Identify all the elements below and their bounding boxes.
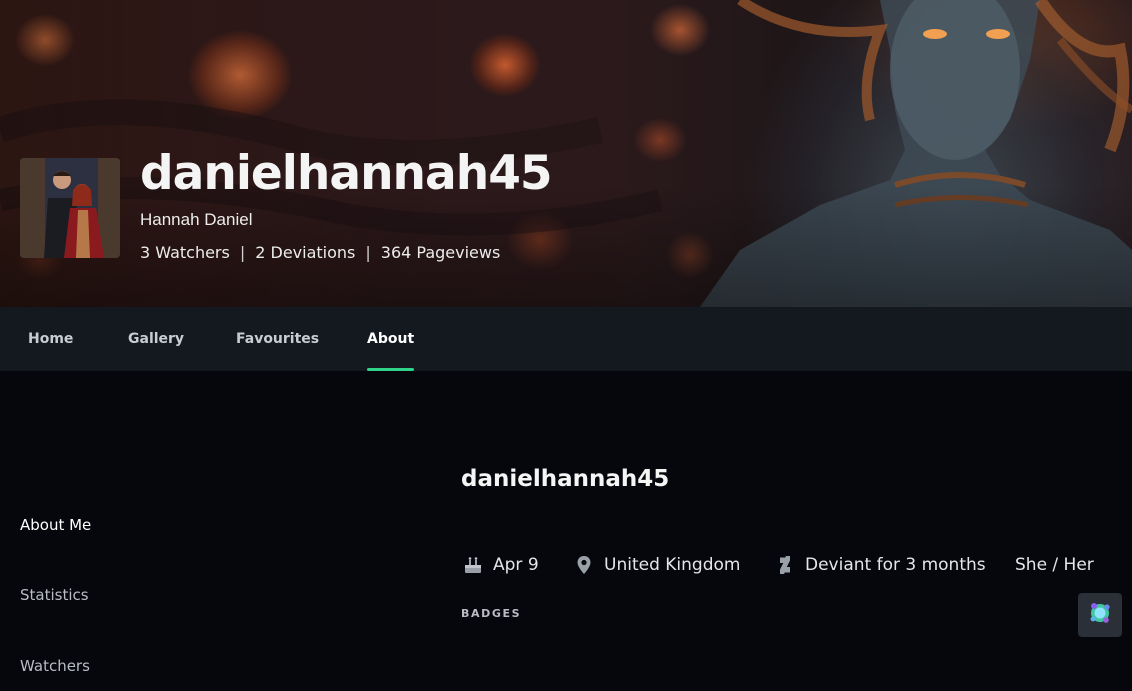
sidebar-item-statistics[interactable]: Statistics bbox=[20, 586, 89, 604]
profile-nav: Home Gallery Favourites About bbox=[0, 307, 1132, 371]
profile-real-name: Hannah Daniel bbox=[140, 210, 253, 229]
sidebar-item-watchers[interactable]: Watchers bbox=[20, 657, 90, 675]
pronouns-info: She / Her bbox=[1015, 553, 1094, 577]
location-info: United Kingdom bbox=[574, 553, 740, 577]
location-text: United Kingdom bbox=[604, 555, 741, 575]
deviant-since-text: Deviant for 3 months bbox=[805, 555, 986, 575]
profile-stats: 3 Watchers | 2 Deviations | 364 Pageviews bbox=[140, 243, 500, 262]
tab-favourites[interactable]: Favourites bbox=[236, 307, 319, 371]
avatar[interactable] bbox=[20, 158, 120, 258]
deviant-since-info: Deviant for 3 months bbox=[775, 553, 986, 577]
tab-home[interactable]: Home bbox=[28, 307, 73, 371]
tab-gallery[interactable]: Gallery bbox=[128, 307, 184, 371]
sidebar-item-about-me[interactable]: About Me bbox=[20, 516, 91, 534]
stats-separator: | bbox=[239, 243, 246, 262]
cake-icon bbox=[463, 555, 483, 575]
about-username-heading: danielhannah45 bbox=[461, 466, 670, 492]
pronouns-text: She / Her bbox=[1015, 555, 1094, 575]
deviations-count[interactable]: 2 Deviations bbox=[255, 243, 355, 262]
profile-username: danielhannah45 bbox=[140, 146, 553, 201]
location-pin-icon bbox=[574, 555, 594, 575]
badges-heading: BADGES bbox=[461, 607, 522, 620]
pageviews-count: 364 Pageviews bbox=[380, 243, 501, 262]
birthday-text: Apr 9 bbox=[493, 555, 539, 575]
birthday-info: Apr 9 bbox=[463, 553, 539, 577]
floating-badge-button[interactable] bbox=[1078, 593, 1122, 637]
tab-about[interactable]: About bbox=[367, 307, 415, 371]
stats-separator: | bbox=[365, 243, 371, 262]
watchers-count[interactable]: 3 Watchers bbox=[140, 243, 230, 262]
avatar-image bbox=[20, 158, 120, 258]
profile-banner: danielhannah45 Hannah Daniel 3 Watchers |… bbox=[0, 0, 1132, 307]
deviantart-logo-icon bbox=[775, 555, 795, 575]
gem-badge-icon bbox=[1087, 600, 1113, 630]
